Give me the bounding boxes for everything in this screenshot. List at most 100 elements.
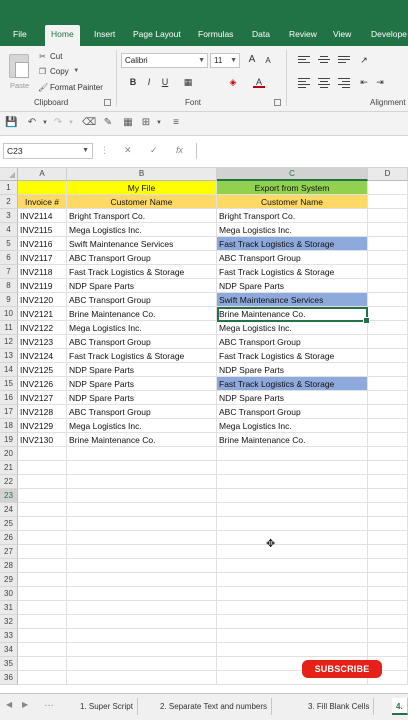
fill-color-button[interactable]: ◈ (227, 76, 239, 88)
tab-view[interactable]: View (333, 25, 351, 46)
row-header[interactable]: 12 (0, 335, 18, 349)
sheet-tab[interactable]: 4. (392, 698, 408, 715)
grid-cell[interactable] (67, 671, 217, 685)
grid-cell[interactable] (368, 321, 408, 335)
row-header[interactable]: 18 (0, 419, 18, 433)
grid-cell[interactable] (217, 573, 368, 587)
conditional-format-icon[interactable]: ⊞ (140, 117, 152, 129)
grid-cell[interactable] (368, 503, 408, 517)
row-header[interactable]: 27 (0, 545, 18, 559)
my-customer-cell[interactable]: NDP Spare Parts (67, 391, 217, 405)
undo-icon[interactable]: ↶ (26, 117, 38, 129)
invoice-cell[interactable]: INV2126 (18, 377, 67, 391)
redo-icon[interactable]: ↷ (52, 117, 64, 129)
sheet-tab[interactable]: 2. Separate Text and numbers (156, 698, 273, 715)
export-customer-cell[interactable]: Brine Maintenance Co. (217, 433, 368, 447)
grid-cell[interactable] (368, 223, 408, 237)
grid-cell[interactable] (67, 643, 217, 657)
my-customer-cell[interactable]: ABC Transport Group (67, 405, 217, 419)
paintbrush-icon[interactable]: ✎ (102, 117, 114, 129)
my-customer-cell[interactable]: NDP Spare Parts (67, 363, 217, 377)
row-header[interactable]: 3 (0, 209, 18, 223)
export-customer-cell[interactable]: Fast Track Logistics & Storage (217, 377, 368, 391)
grid-cell[interactable] (18, 517, 67, 531)
active-cell-c23[interactable] (217, 307, 370, 324)
select-all-button[interactable] (0, 168, 18, 181)
grid-cell[interactable] (368, 363, 408, 377)
row-header[interactable]: 7 (0, 265, 18, 279)
grid-cell[interactable] (18, 615, 67, 629)
grid-cell[interactable] (368, 293, 408, 307)
grid-cell[interactable] (18, 573, 67, 587)
grid-cell[interactable] (18, 475, 67, 489)
my-customer-cell[interactable]: NDP Spare Parts (67, 279, 217, 293)
grid-cell[interactable] (18, 629, 67, 643)
underline-button[interactable]: U (159, 76, 171, 88)
row-header[interactable]: 6 (0, 251, 18, 265)
export-customer-cell[interactable]: Mega Logistics Inc. (217, 223, 368, 237)
export-customer-cell[interactable]: ABC Transport Group (217, 251, 368, 265)
row-header[interactable]: 28 (0, 559, 18, 573)
grid-cell[interactable] (18, 643, 67, 657)
grid-cell[interactable] (67, 447, 217, 461)
subscribe-badge[interactable]: SUBSCRIBE (302, 660, 382, 678)
header-my-file[interactable]: My File (67, 181, 217, 195)
grid-cell[interactable] (368, 615, 408, 629)
paste-button[interactable]: Paste (6, 52, 32, 92)
my-customer-cell[interactable]: NDP Spare Parts (67, 377, 217, 391)
grid-cell[interactable] (368, 335, 408, 349)
grid-cell[interactable] (67, 559, 217, 573)
shrink-font-button[interactable]: A (262, 55, 274, 67)
row-header[interactable]: 25 (0, 517, 18, 531)
my-customer-cell[interactable]: Brine Maintenance Co. (67, 433, 217, 447)
invoice-cell[interactable]: INV2125 (18, 363, 67, 377)
font-launcher-icon[interactable] (274, 99, 281, 106)
row-header[interactable]: 32 (0, 615, 18, 629)
grid-cell[interactable] (368, 195, 408, 209)
grid-cell[interactable] (368, 489, 408, 503)
grid-cell[interactable] (368, 545, 408, 559)
row-header[interactable]: 17 (0, 405, 18, 419)
export-customer-cell[interactable]: Bright Transport Co. (217, 209, 368, 223)
column-header-a[interactable]: A (18, 168, 67, 181)
align-left-icon[interactable] (298, 78, 310, 88)
tab-file[interactable]: File (13, 25, 27, 46)
grid-cell[interactable] (18, 447, 67, 461)
bold-button[interactable]: B (127, 76, 139, 88)
grid-cell[interactable] (368, 629, 408, 643)
invoice-cell[interactable]: INV2118 (18, 265, 67, 279)
my-customer-cell[interactable]: Brine Maintenance Co. (67, 307, 217, 321)
grid-cell[interactable] (18, 587, 67, 601)
grid-cell[interactable] (368, 377, 408, 391)
grid-cell[interactable] (217, 629, 368, 643)
orientation-button[interactable]: ↗ (358, 54, 370, 66)
grid-cell[interactable] (217, 489, 368, 503)
my-customer-cell[interactable]: ABC Transport Group (67, 251, 217, 265)
row-header[interactable]: 10 (0, 307, 18, 321)
grid-cell[interactable] (67, 615, 217, 629)
borders-button[interactable]: ▦ (182, 76, 194, 88)
row-header[interactable]: 23 (0, 489, 18, 503)
grid-cell[interactable] (368, 587, 408, 601)
name-box[interactable]: C23 ▼ (3, 143, 93, 159)
clipboard-launcher-icon[interactable] (104, 99, 111, 106)
grid-cell[interactable] (368, 573, 408, 587)
grid-cell[interactable] (67, 503, 217, 517)
grid-cell[interactable] (18, 601, 67, 615)
header-customer-name-export[interactable]: Customer Name (217, 195, 368, 209)
grid-cell[interactable] (368, 307, 408, 321)
row-header[interactable]: 15 (0, 377, 18, 391)
format-painter-button[interactable]: 🖌 Format Painter (38, 81, 103, 93)
grid-cell[interactable] (67, 461, 217, 475)
indent-button[interactable]: ⇤ (358, 76, 370, 88)
grid-cell[interactable] (368, 237, 408, 251)
enter-icon[interactable]: ✓ (150, 145, 158, 156)
align-bottom-icon[interactable] (338, 56, 350, 66)
row-header[interactable]: 19 (0, 433, 18, 447)
row-header[interactable]: 2 (0, 195, 18, 209)
invoice-cell[interactable]: INV2121 (18, 307, 67, 321)
tab-review[interactable]: Review (289, 25, 317, 46)
grid-cell[interactable] (368, 475, 408, 489)
grow-font-button[interactable]: A (246, 54, 258, 66)
grid-cell[interactable] (368, 601, 408, 615)
